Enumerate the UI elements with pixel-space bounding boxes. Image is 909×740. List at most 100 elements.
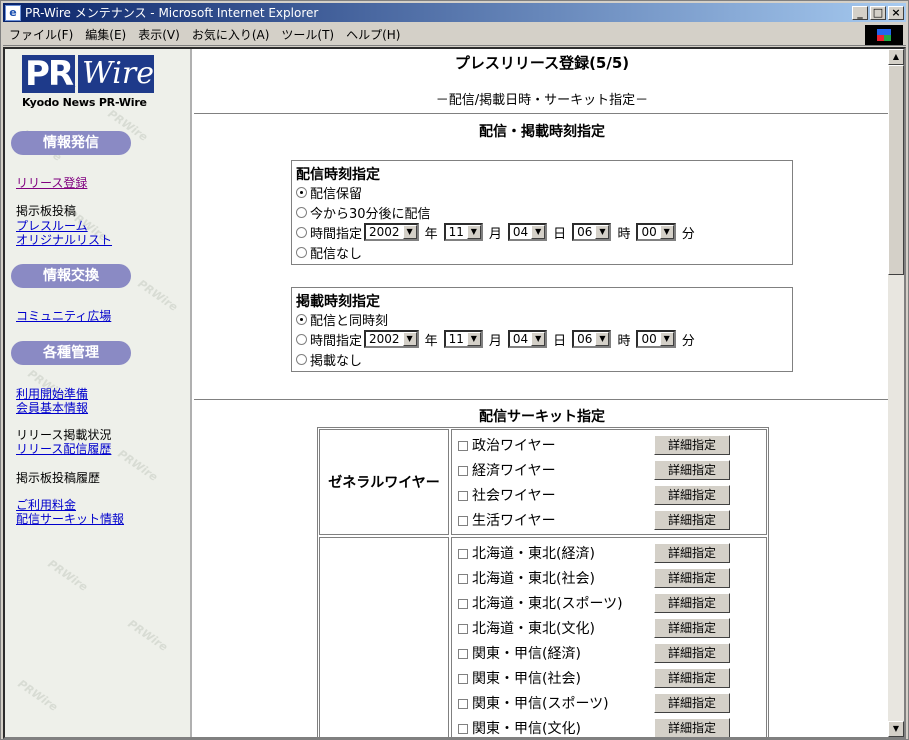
detail-button[interactable]: 詳細指定 xyxy=(654,484,730,505)
publish-day-select[interactable]: 04 ▼ xyxy=(507,330,548,348)
detail-button[interactable]: 詳細指定 xyxy=(654,459,730,480)
dropdown-arrow-icon[interactable]: ▼ xyxy=(659,225,674,239)
radio-icon[interactable] xyxy=(296,353,307,365)
menu-tools[interactable]: ツール(T) xyxy=(275,26,340,43)
browser-window: e PR-Wire メンテナンス - Microsoft Internet Ex… xyxy=(0,0,909,740)
link-release-history[interactable]: リリース配信履歴 xyxy=(16,440,111,457)
radio-icon[interactable] xyxy=(296,226,307,238)
title-bar[interactable]: e PR-Wire メンテナンス - Microsoft Internet Ex… xyxy=(3,3,906,22)
radio-icon[interactable] xyxy=(296,246,307,258)
dropdown-arrow-icon[interactable]: ▼ xyxy=(402,225,417,239)
circuit-item: 北海道・東北(経済) 詳細指定 xyxy=(458,540,766,565)
detail-button[interactable]: 詳細指定 xyxy=(654,692,730,713)
circuit-table: ゼネラルワイヤー 政治ワイヤー 詳細指定 経済ワイヤー 詳細指定 社会ワイヤー 詳細指… xyxy=(317,427,769,737)
detail-button[interactable]: 詳細指定 xyxy=(654,617,730,638)
circuit-item: 生活ワイヤー 詳細指定 xyxy=(458,507,766,532)
time-section-title: 配信・掲載時刻指定 xyxy=(479,124,605,140)
circuit-item: 経済ワイヤー 詳細指定 xyxy=(458,457,766,482)
publish-opt-none[interactable]: 掲載なし xyxy=(296,349,788,369)
detail-button[interactable]: 詳細指定 xyxy=(654,434,730,455)
menu-favorites[interactable]: お気に入り(A) xyxy=(186,26,276,43)
delivery-opt-none[interactable]: 配信なし xyxy=(296,242,788,262)
checkbox[interactable] xyxy=(458,673,468,684)
detail-button[interactable]: 詳細指定 xyxy=(654,667,730,688)
radio-selected-icon[interactable] xyxy=(296,313,307,325)
link-release-register[interactable]: リリース登録 xyxy=(16,174,87,191)
dropdown-arrow-icon[interactable]: ▼ xyxy=(531,225,546,239)
logo-wire: Wire xyxy=(78,55,154,93)
detail-button[interactable]: 詳細指定 xyxy=(654,592,730,613)
dropdown-arrow-icon[interactable]: ▼ xyxy=(466,332,481,346)
delivery-hour-select[interactable]: 06 ▼ xyxy=(572,223,612,241)
unit-minute: 分 xyxy=(681,226,695,242)
menu-file[interactable]: ファイル(F) xyxy=(3,26,79,43)
checkbox[interactable] xyxy=(458,440,468,451)
windows-logo-icon xyxy=(865,25,903,45)
checkbox[interactable] xyxy=(458,698,468,709)
delivery-day-select[interactable]: 04 ▼ xyxy=(507,223,548,241)
circuit-item-label: 北海道・東北(文化) xyxy=(472,620,595,637)
delivery-opt-hold[interactable]: 配信保留 xyxy=(296,182,788,202)
detail-button[interactable]: 詳細指定 xyxy=(654,567,730,588)
delivery-year-select[interactable]: 2002 ▼ xyxy=(364,223,419,241)
scroll-down-icon[interactable]: ▼ xyxy=(888,721,904,737)
radio-icon[interactable] xyxy=(296,333,307,345)
checkbox[interactable] xyxy=(458,548,468,559)
link-member-info[interactable]: 会員基本情報 xyxy=(16,399,88,416)
checkbox[interactable] xyxy=(458,465,468,476)
section-management: 各種管理 xyxy=(11,341,131,365)
checkbox[interactable] xyxy=(458,515,468,526)
menu-edit[interactable]: 編集(E) xyxy=(79,26,132,43)
dropdown-arrow-icon[interactable]: ▼ xyxy=(595,225,610,239)
dropdown-arrow-icon[interactable]: ▼ xyxy=(531,332,546,346)
radio-icon[interactable] xyxy=(296,206,307,218)
delivery-opt-time[interactable]: 時間指定 2002 ▼ 年 11 ▼ 月 04 ▼ 日 06 ▼ 時 00 ▼ 分 xyxy=(296,222,788,242)
radio-selected-icon[interactable] xyxy=(296,186,307,198)
dropdown-arrow-icon[interactable]: ▼ xyxy=(659,332,674,346)
link-circuit-info[interactable]: 配信サーキット情報 xyxy=(16,510,124,527)
checkbox[interactable] xyxy=(458,623,468,634)
detail-button[interactable]: 詳細指定 xyxy=(654,509,730,530)
publish-hour-select[interactable]: 06 ▼ xyxy=(572,330,612,348)
scroll-up-icon[interactable]: ▲ xyxy=(888,49,904,65)
scroll-thumb[interactable] xyxy=(888,65,904,275)
circuit-item-label: 北海道・東北(経済) xyxy=(472,545,595,562)
minimize-button[interactable]: _ xyxy=(852,5,868,20)
checkbox[interactable] xyxy=(458,723,468,734)
detail-button[interactable]: 詳細指定 xyxy=(654,717,730,737)
publish-month-select[interactable]: 11 ▼ xyxy=(443,330,483,348)
publish-opt-same[interactable]: 配信と同時刻 xyxy=(296,309,788,329)
circuit-section-title: 配信サーキット指定 xyxy=(479,409,605,425)
checkbox[interactable] xyxy=(458,490,468,501)
link-original-list[interactable]: オリジナルリスト xyxy=(16,231,112,248)
delivery-opt-30min[interactable]: 今から30分後に配信 xyxy=(296,202,788,222)
circuit-item-label: 関東・甲信(社会) xyxy=(472,670,581,687)
dropdown-arrow-icon[interactable]: ▼ xyxy=(466,225,481,239)
publish-opt-time[interactable]: 時間指定 2002 ▼ 年 11 ▼ 月 04 ▼ 日 06 ▼ 時 00 ▼ 分 xyxy=(296,329,788,349)
link-community[interactable]: コミュニティ広場 xyxy=(16,307,111,324)
circuit-item: 関東・甲信(経済) 詳細指定 xyxy=(458,640,766,665)
menu-help[interactable]: ヘルプ(H) xyxy=(340,26,406,43)
publish-year-select[interactable]: 2002 ▼ xyxy=(364,330,419,348)
unit-day: 日 xyxy=(553,226,567,242)
checkbox[interactable] xyxy=(458,598,468,609)
watermark-icon: PRWire xyxy=(115,447,160,484)
maximize-button[interactable]: □ xyxy=(870,5,886,20)
circuit-items: 政治ワイヤー 詳細指定 経済ワイヤー 詳細指定 社会ワイヤー 詳細指定 生活ワイヤー詳… xyxy=(451,429,767,535)
circuit-item: 北海道・東北(文化) 詳細指定 xyxy=(458,615,766,640)
vertical-scrollbar[interactable]: ▲ ▼ xyxy=(888,49,904,737)
unit-year: 年 xyxy=(424,333,438,349)
close-button[interactable]: × xyxy=(888,5,904,20)
menu-view[interactable]: 表示(V) xyxy=(132,26,186,43)
dropdown-arrow-icon[interactable]: ▼ xyxy=(595,332,610,346)
circuit-item-label: 北海道・東北(社会) xyxy=(472,570,595,587)
detail-button[interactable]: 詳細指定 xyxy=(654,642,730,663)
checkbox[interactable] xyxy=(458,648,468,659)
prwire-logo[interactable]: PR Wire Kyodo News PR-Wire xyxy=(22,55,154,113)
publish-minute-select[interactable]: 00 ▼ xyxy=(636,330,676,348)
detail-button[interactable]: 詳細指定 xyxy=(654,542,730,563)
delivery-month-select[interactable]: 11 ▼ xyxy=(443,223,483,241)
delivery-minute-select[interactable]: 00 ▼ xyxy=(636,223,676,241)
checkbox[interactable] xyxy=(458,573,468,584)
dropdown-arrow-icon[interactable]: ▼ xyxy=(402,332,417,346)
